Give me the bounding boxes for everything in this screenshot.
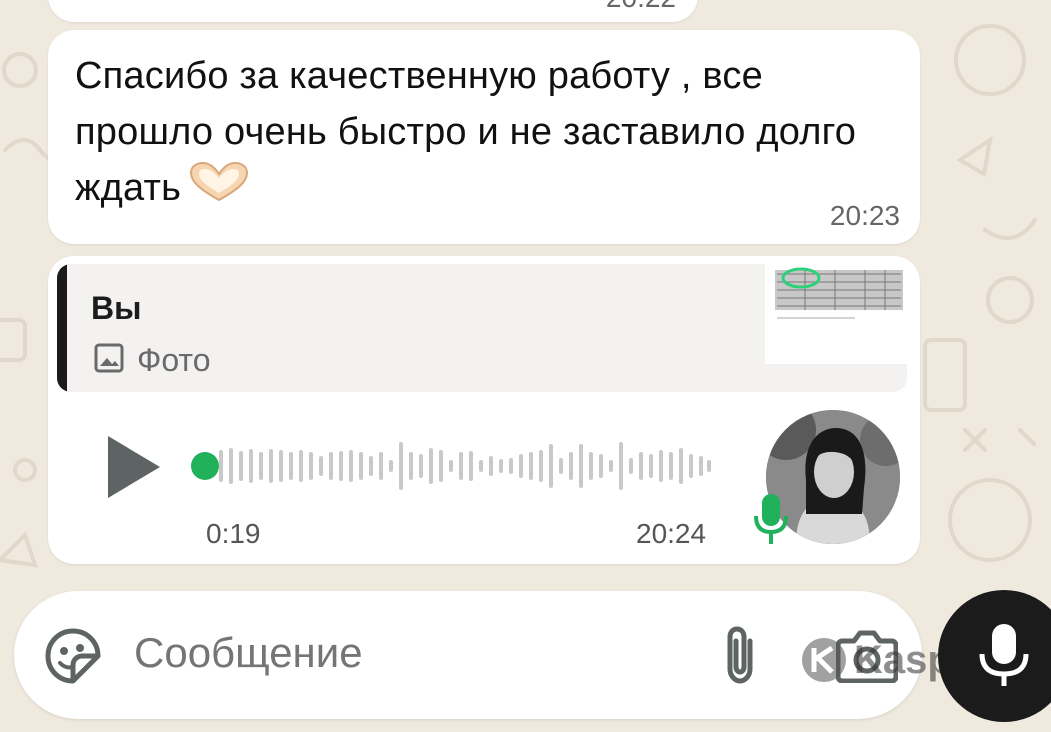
voice-duration: 0:19 <box>206 518 261 549</box>
paperclip-icon[interactable] <box>716 623 764 687</box>
message-time: 20:23 <box>829 200 900 231</box>
message-composer <box>14 591 922 719</box>
message-input[interactable] <box>134 629 694 677</box>
kaspi-logo-icon <box>802 638 846 682</box>
mic-icon <box>979 624 1029 686</box>
reply-author: Вы <box>91 290 142 326</box>
message-time: 20:22 <box>606 0 676 14</box>
playback-position-dot <box>191 452 219 480</box>
reply-quote[interactable]: Вы Фото <box>57 264 907 392</box>
reply-accent-bar <box>57 264 67 392</box>
message-text: Спасибо за качественную работу , все про… <box>75 48 895 220</box>
sticker-icon[interactable] <box>44 627 102 685</box>
message-bubble-previous[interactable]: 20:22 <box>48 0 698 22</box>
voice-waveform[interactable] <box>191 436 711 496</box>
voice-mic-icon <box>753 494 789 551</box>
message-time: 20:24 <box>636 518 707 549</box>
reply-type-label: Фото <box>137 342 211 378</box>
reply-photo-thumbnail <box>765 264 907 364</box>
play-button[interactable] <box>106 434 162 505</box>
message-bubble-thanks[interactable]: Спасибо за качественную работу , все про… <box>48 30 920 244</box>
message-bubble-voice[interactable]: Вы Фото 0:19 20:24 <box>48 256 920 564</box>
image-icon <box>93 342 125 379</box>
heart-hands-emoji-icon <box>187 160 251 220</box>
